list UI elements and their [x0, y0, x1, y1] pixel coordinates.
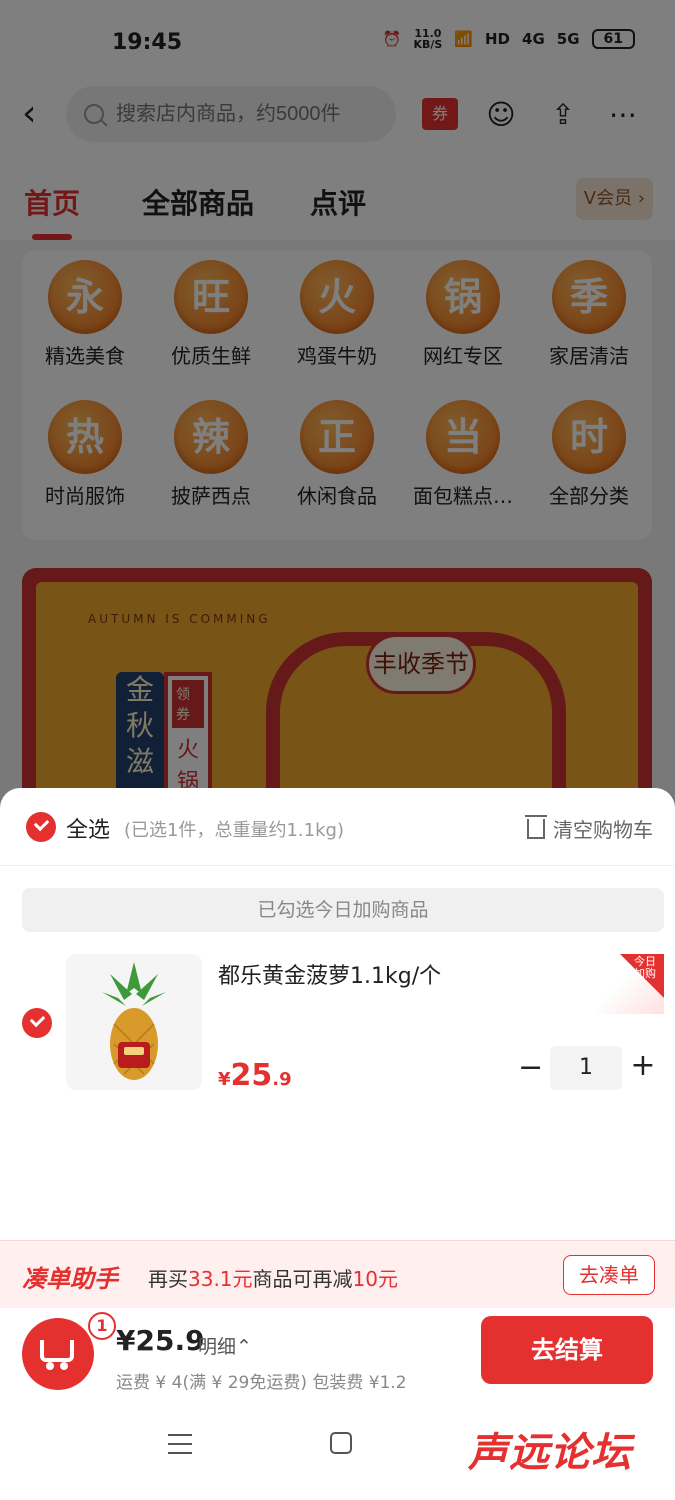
- cart-button[interactable]: 1: [22, 1312, 116, 1390]
- watermark-logo: 声远论坛: [468, 1430, 632, 1476]
- pineapple-icon: [102, 962, 166, 1080]
- quantity-decrease-button[interactable]: −: [518, 1053, 543, 1084]
- bundle-helper-text: 再买33.1元商品可再减10元: [148, 1267, 398, 1291]
- today-added-strip: 已勾选今日加购商品: [22, 888, 664, 932]
- trash-icon: [525, 814, 547, 839]
- price-detail-toggle[interactable]: 明细⌃: [198, 1332, 252, 1359]
- checkout-button[interactable]: 去结算: [481, 1316, 653, 1384]
- clear-cart-label: 清空购物车: [553, 818, 653, 842]
- quantity-increase-button[interactable]: +: [630, 1051, 656, 1082]
- today-added-tag: 今日加购: [598, 954, 664, 1014]
- fee-summary: 运费 ¥ 4(满 ¥ 29免运费) 包装费 ¥1.2: [116, 1373, 407, 1393]
- bundle-helper-bar: 凑单助手 再买33.1元商品可再减10元 去凑单: [0, 1240, 675, 1308]
- system-nav-bar: 声远论坛: [0, 1408, 675, 1500]
- quantity-value[interactable]: 1: [550, 1046, 622, 1090]
- product-price: ¥25.9: [218, 1058, 292, 1093]
- item-checkbox[interactable]: [22, 1008, 52, 1038]
- product-name[interactable]: 都乐黄金菠萝1.1kg/个: [218, 958, 441, 990]
- cart-count-badge: 1: [88, 1312, 116, 1340]
- select-all-label[interactable]: 全选: [66, 812, 110, 844]
- cart-icon: [40, 1340, 74, 1370]
- cart-sheet: 全选 (已选1件，总重量约1.1kg) 清空购物车 已勾选今日加购商品 都乐黄金…: [0, 788, 675, 1500]
- cart-sheet-header: 全选 (已选1件，总重量约1.1kg) 清空购物车: [0, 788, 675, 866]
- select-all-checkbox[interactable]: [26, 812, 56, 842]
- selection-summary: (已选1件，总重量约1.1kg): [124, 820, 344, 841]
- clear-cart-button[interactable]: 清空购物车: [525, 814, 653, 843]
- product-image[interactable]: [66, 954, 202, 1090]
- recent-apps-icon[interactable]: [168, 1434, 192, 1454]
- bundle-helper-title: 凑单助手: [22, 1265, 118, 1293]
- home-icon[interactable]: [330, 1432, 352, 1454]
- total-price: ¥25.9: [116, 1324, 205, 1357]
- today-tag-text: 今日加购: [634, 955, 656, 980]
- checkout-bar: 1 ¥25.9 明细⌃ 运费 ¥ 4(满 ¥ 29免运费) 包装费 ¥1.2 去…: [0, 1308, 675, 1408]
- add-on-button[interactable]: 去凑单: [563, 1255, 655, 1295]
